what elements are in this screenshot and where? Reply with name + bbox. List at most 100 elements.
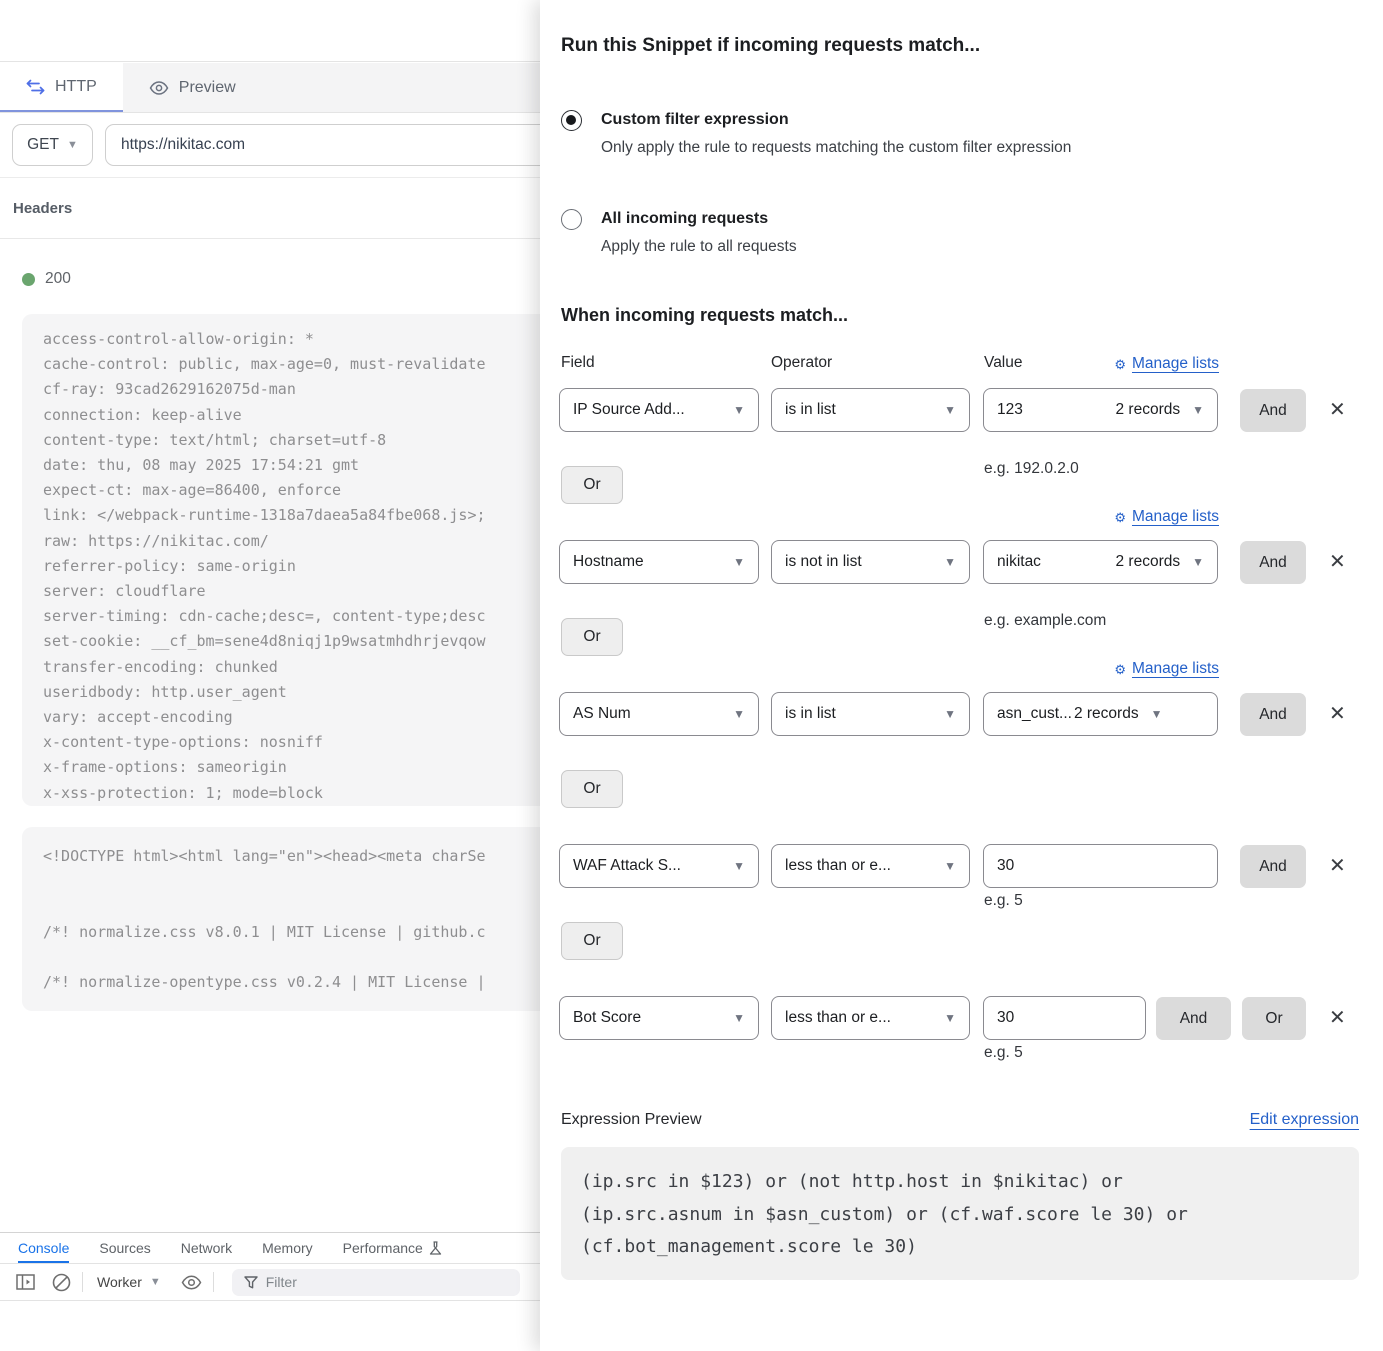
or-button-row5[interactable]: Or [1242, 997, 1306, 1040]
console-sidebar-toggle-icon[interactable] [14, 1271, 36, 1293]
context-selector[interactable]: Worker ▼ [97, 1274, 161, 1290]
chevron-down-icon: ▼ [944, 403, 956, 417]
operator-select-row2[interactable]: is not in list▼ [771, 540, 970, 584]
value-select-row2[interactable]: nikitac 2 records ▼ [983, 540, 1218, 584]
manage-lists-link-1[interactable]: ⚙ Manage lists [1114, 355, 1219, 373]
manage-lists-link-2[interactable]: ⚙ Manage lists [1114, 508, 1219, 526]
chevron-down-icon: ▼ [944, 707, 956, 721]
devtools-console: Console Sources Network Memory Performan… [0, 1232, 540, 1351]
operator-value: less than or e... [785, 857, 891, 875]
tab-performance[interactable]: Performance [343, 1233, 442, 1263]
or-button-row2[interactable]: Or [561, 618, 623, 656]
field-value: WAF Attack S... [573, 857, 681, 875]
manage-lists-label: Manage lists [1132, 355, 1219, 373]
or-button-row4[interactable]: Or [561, 922, 623, 960]
expression-preview-code: (ip.src in $123) or (not http.host in $n… [561, 1147, 1359, 1280]
remove-condition-row2[interactable]: ✕ [1329, 552, 1346, 572]
or-button-row3[interactable]: Or [561, 770, 623, 808]
chevron-down-icon: ▼ [944, 1011, 956, 1025]
list-name: asn_cust... [997, 705, 1072, 723]
devtools-tab-bar: Console Sources Network Memory Performan… [0, 1233, 540, 1264]
radio-option-custom-filter[interactable]: Custom filter expression Only apply the … [561, 110, 1071, 157]
tab-memory-label: Memory [262, 1240, 313, 1256]
tab-sources[interactable]: Sources [99, 1233, 150, 1263]
headers-section-title: Headers [13, 200, 72, 217]
operator-value: is in list [785, 401, 836, 419]
http-tester-panel: HTTP Preview GET ▼ Headers 200 access-co… [0, 0, 540, 1351]
and-button-row1[interactable]: And [1240, 389, 1306, 432]
value-input-row5[interactable] [983, 996, 1146, 1040]
console-filter[interactable] [232, 1269, 520, 1296]
and-button-row3[interactable]: And [1240, 693, 1306, 736]
field-select-row2[interactable]: Hostname ▼ [559, 540, 759, 584]
field-select-row3[interactable]: AS Num▼ [559, 692, 759, 736]
chevron-down-icon: ▼ [1192, 403, 1204, 417]
remove-condition-row5[interactable]: ✕ [1329, 1008, 1346, 1028]
column-label-operator: Operator [771, 354, 832, 372]
tab-sources-label: Sources [99, 1240, 150, 1256]
match-section-title: When incoming requests match... [561, 305, 848, 326]
operator-select-row4[interactable]: less than or e...▼ [771, 844, 970, 888]
list-name: 123 [997, 401, 1023, 419]
expression-preview-label: Expression Preview [561, 1111, 702, 1129]
chevron-down-icon: ▼ [1192, 555, 1204, 569]
filter-input[interactable] [266, 1274, 466, 1290]
divider [0, 238, 540, 239]
tab-memory[interactable]: Memory [262, 1233, 313, 1263]
and-button-row5[interactable]: And [1156, 997, 1231, 1040]
radio-custom-filter-description: Only apply the rule to requests matching… [601, 139, 1071, 157]
chevron-down-icon: ▼ [733, 555, 745, 569]
tester-tab-bar: HTTP Preview [0, 63, 540, 113]
tab-network[interactable]: Network [181, 1233, 232, 1263]
remove-condition-row3[interactable]: ✕ [1329, 704, 1346, 724]
live-expression-eye-icon[interactable] [181, 1271, 203, 1293]
operator-select-row5[interactable]: less than or e...▼ [771, 996, 970, 1040]
value-select-row3[interactable]: asn_cust... 2 records ▼ [983, 692, 1218, 736]
field-select-row1[interactable]: IP Source Add...▼ [559, 388, 759, 432]
value-select-row1[interactable]: 123 2 records ▼ [983, 388, 1218, 432]
tab-console[interactable]: Console [18, 1233, 69, 1263]
operator-select-row3[interactable]: is in list ▼ [771, 692, 970, 736]
edit-expression-link[interactable]: Edit expression [1250, 1111, 1359, 1129]
radio-custom-filter[interactable] [561, 110, 582, 131]
tab-preview[interactable]: Preview [123, 63, 262, 112]
left-panel-topbar [0, 0, 540, 62]
gear-icon: ⚙ [1114, 511, 1126, 524]
field-select-row4[interactable]: WAF Attack S... ▼ [559, 844, 759, 888]
tab-http[interactable]: HTTP [0, 63, 123, 112]
manage-lists-label: Manage lists [1132, 508, 1219, 526]
value-input-row4[interactable] [983, 844, 1218, 888]
and-button-row2[interactable]: And [1240, 541, 1306, 584]
method-label: GET [27, 136, 59, 154]
field-value: Hostname [573, 553, 644, 571]
clear-console-icon[interactable] [50, 1271, 72, 1293]
manage-lists-label: Manage lists [1132, 660, 1219, 678]
snippet-rule-drawer: Run this Snippet if incoming requests ma… [540, 0, 1383, 1351]
divider [82, 1272, 83, 1292]
radio-option-all-requests[interactable]: All incoming requests Apply the rule to … [561, 209, 797, 256]
funnel-icon [244, 1276, 258, 1289]
context-selector-label: Worker [97, 1274, 142, 1290]
operator-value: is in list [785, 705, 836, 723]
response-body-block: <!DOCTYPE html><html lang="en"><head><me… [22, 827, 540, 1011]
radio-all-requests[interactable] [561, 209, 582, 230]
remove-condition-row1[interactable]: ✕ [1329, 400, 1346, 420]
tab-http-label: HTTP [55, 78, 97, 96]
field-select-row5[interactable]: Bot Score▼ [559, 996, 759, 1040]
url-input[interactable] [105, 124, 540, 166]
chevron-down-icon: ▼ [733, 859, 745, 873]
operator-select-row1[interactable]: is in list ▼ [771, 388, 970, 432]
flask-icon [429, 1241, 442, 1256]
manage-lists-link-3[interactable]: ⚙ Manage lists [1114, 660, 1219, 678]
method-select[interactable]: GET ▼ [12, 124, 93, 166]
and-button-row4[interactable]: And [1240, 845, 1306, 888]
chevron-down-icon: ▼ [733, 1011, 745, 1025]
radio-all-requests-description: Apply the rule to all requests [601, 238, 797, 256]
chevron-down-icon: ▼ [67, 140, 78, 151]
field-value: AS Num [573, 705, 631, 723]
tab-preview-label: Preview [179, 79, 236, 97]
remove-condition-row4[interactable]: ✕ [1329, 856, 1346, 876]
value-hint-row5: e.g. 5 [984, 1044, 1023, 1062]
or-button-row1[interactable]: Or [561, 466, 623, 504]
field-value: IP Source Add... [573, 401, 685, 419]
